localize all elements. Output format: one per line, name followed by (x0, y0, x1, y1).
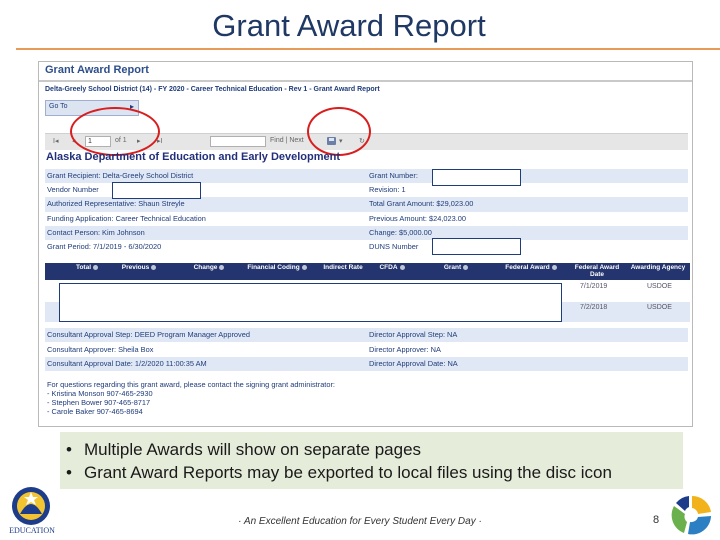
redacted-duns-number (432, 238, 521, 255)
redacted-grant-number (432, 169, 521, 186)
col-grant: Grant (430, 264, 482, 271)
bullet-item: • Multiple Awards will show on separate p… (66, 440, 422, 459)
detail-left: Contact Person: Kim Johnson (47, 227, 145, 237)
breadcrumb: Delta-Greely School District (14) - FY 2… (45, 86, 380, 93)
detail-left: Vendor Number (47, 185, 99, 195)
approval-row: Consultant Approver: Sheila Box Director… (45, 343, 688, 357)
approval-left: Consultant Approval Date: 1/2/2020 11:00… (47, 359, 207, 368)
col-financial-coding: Financial Coding (241, 264, 313, 271)
col-change: Change (185, 264, 233, 271)
contact-line: - Stephen Bower 907-465-8717 (47, 398, 151, 407)
annotation-circle-paging (70, 107, 160, 156)
detail-left: Authorized Representative: Shaun Streyle (47, 199, 185, 209)
redacted-vendor-number (112, 182, 201, 199)
detail-left: Grant Period: 7/1/2019 - 6/30/2020 (47, 241, 162, 251)
svg-text:EDUCATION: EDUCATION (9, 526, 55, 535)
contact-line: - Kristina Monson 907-465-2930 (47, 389, 153, 398)
approval-row: Consultant Approval Date: 1/2/2020 11:00… (45, 357, 688, 371)
detail-right: DUNS Number (369, 241, 419, 251)
detail-right: Previous Amount: $24,023.00 (369, 213, 466, 223)
detail-row: Funding Application: Career Technical Ed… (45, 212, 688, 226)
award-date: 7/2/2018 (580, 304, 608, 311)
detail-right: Change: $5,000.00 (369, 227, 432, 237)
slide-title: Grant Award Report (212, 8, 486, 43)
organization-title: Alaska Department of Education and Early… (46, 151, 341, 163)
col-indirect-rate: Indirect Rate (323, 264, 363, 271)
award-date: 7/1/2019 (580, 283, 608, 290)
col-total: Total (67, 264, 107, 271)
approval-row: Consultant Approval Step: DEED Program M… (45, 328, 688, 342)
bullet-item: • Grant Award Reports may be exported to … (66, 463, 612, 482)
col-federal-award: Federal Award (497, 264, 565, 271)
detail-row: Grant Period: 7/1/2019 - 6/30/2020 DUNS … (45, 240, 688, 254)
col-previous: Previous (115, 264, 163, 271)
find-next-link[interactable]: Find | Next (270, 137, 304, 144)
detail-row: Authorized Representative: Shaun Streyle… (45, 197, 688, 212)
goto-label: Go To (49, 103, 68, 110)
report-header-title: Grant Award Report (45, 64, 149, 76)
title-divider (16, 48, 720, 50)
education-logo: EDUCATION (9, 487, 55, 535)
detail-right: Grant Number: (369, 171, 418, 180)
approval-right: Director Approval Date: NA (369, 359, 458, 368)
contact-block: For questions regarding this grant award… (47, 380, 335, 416)
contact-intro: For questions regarding this grant award… (47, 380, 335, 389)
approval-left: Consultant Approver: Sheila Box (47, 345, 154, 354)
page-number: 8 (653, 514, 660, 526)
footer-tagline: · An Excellent Education for Every Stude… (238, 516, 482, 527)
detail-right: Revision: 1 (369, 185, 406, 195)
award-table-header: Total Previous Change Financial Coding I… (45, 263, 690, 280)
report-screenshot: Grant Award Report Delta-Greely School D… (38, 61, 693, 427)
find-input[interactable] (210, 136, 266, 147)
redacted-award-details (59, 283, 562, 322)
approval-left: Consultant Approval Step: DEED Program M… (47, 330, 250, 339)
detail-row: Contact Person: Kim Johnson Change: $5,0… (45, 225, 688, 240)
approval-right: Director Approver: NA (369, 345, 441, 354)
col-awarding-agency: Awarding Agency (630, 264, 686, 271)
awarding-agency: USDOE (647, 304, 672, 311)
col-federal-award-date: Federal Award Date (574, 264, 620, 278)
first-page-button[interactable]: I◂ (53, 137, 58, 145)
awarding-agency: USDOE (647, 283, 672, 290)
report-header: Grant Award Report (39, 62, 692, 82)
annotation-circle-export (307, 107, 371, 156)
detail-left: Funding Application: Career Technical Ed… (47, 213, 206, 223)
detail-left: Grant Recipient: Delta-Greely School Dis… (47, 171, 194, 180)
approval-right: Director Approval Step: NA (369, 330, 458, 339)
contact-line: - Carole Baker 907-465-8694 (47, 407, 143, 416)
bullet-box: • Multiple Awards will show on separate p… (60, 432, 683, 489)
swirl-logo-icon (671, 495, 711, 535)
col-cfda: CFDA (370, 264, 414, 271)
detail-right: Total Grant Amount: $29,023.00 (369, 199, 474, 209)
